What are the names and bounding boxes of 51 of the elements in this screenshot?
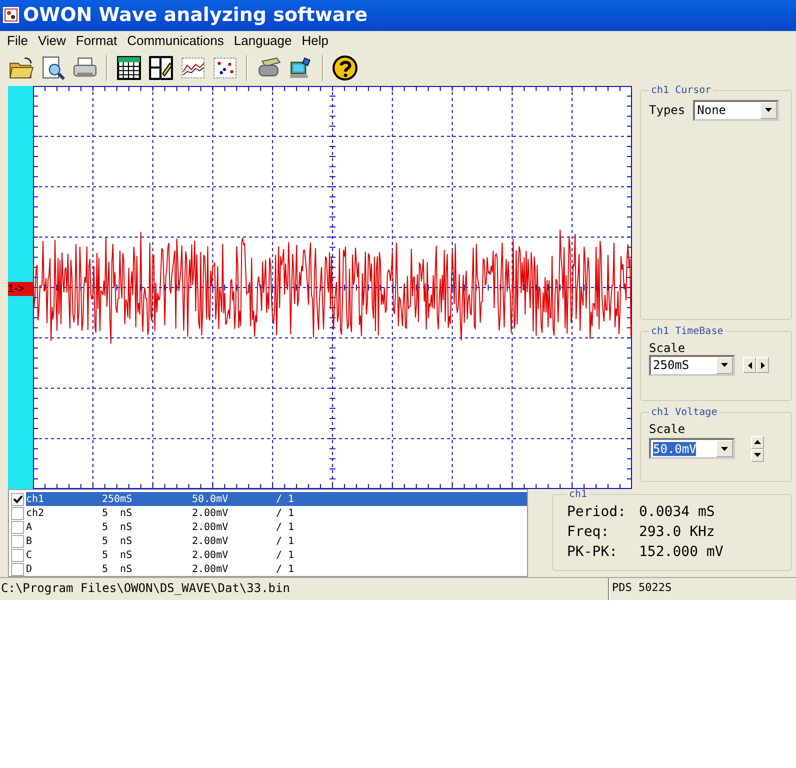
- types-dropdown[interactable]: None: [693, 100, 780, 121]
- left-arrow-icon: [748, 362, 752, 369]
- channel-row[interactable]: ch2 5 nS 2.00mV / 1: [26, 506, 527, 520]
- menu-item[interactable]: File: [2, 33, 33, 48]
- table-icon[interactable]: [116, 54, 142, 81]
- window-title: OWON Wave analyzing software: [23, 4, 368, 26]
- left-button[interactable]: [743, 357, 756, 374]
- scale-label: Scale: [649, 340, 686, 355]
- channel-row[interactable]: A 5 nS 2.00mV / 1: [26, 520, 527, 534]
- measurement-value: 0.0034 mS: [639, 503, 715, 522]
- voltage-dropdown[interactable]: 50.0mV: [649, 438, 735, 460]
- dropdown-arrow-icon: [765, 108, 772, 112]
- channel-marker[interactable]: 1->: [8, 282, 33, 296]
- measurement-label: Period:: [567, 503, 628, 522]
- menu-item[interactable]: View: [32, 33, 71, 48]
- file-path: C:\Program Files\OWON\DS_WAVE\Dat\33.bin: [0, 578, 609, 600]
- scatter-chart-icon[interactable]: [212, 54, 238, 81]
- dropdown-arrow-icon: [721, 446, 728, 451]
- panel-title: ch1 Cursor: [650, 84, 712, 96]
- panel-title: ch1 TimeBase: [650, 326, 724, 337]
- down-button[interactable]: [751, 448, 764, 462]
- panel-title: ch1: [568, 489, 588, 500]
- help-icon[interactable]: [332, 54, 358, 81]
- right-arrow-icon: [760, 362, 764, 369]
- menu-item[interactable]: Communications: [122, 33, 229, 48]
- menu-item[interactable]: Language: [228, 33, 297, 48]
- scale-label: Scale: [649, 422, 686, 436]
- dropdown-arrow-icon: [721, 363, 728, 368]
- app-icon: [3, 7, 19, 24]
- timebase-dropdown[interactable]: 250mS: [649, 354, 735, 376]
- measurement-label: Freq:: [567, 523, 610, 542]
- preview-icon[interactable]: [40, 54, 66, 81]
- channel-row[interactable]: D 5 nS 2.00mV / 1: [26, 562, 527, 576]
- measurement-value: 152.000 mV: [639, 543, 724, 562]
- types-label: Types: [649, 103, 686, 118]
- up-button[interactable]: [751, 436, 764, 449]
- edit-icon[interactable]: [148, 54, 174, 81]
- right-button[interactable]: [756, 357, 769, 374]
- menu-item[interactable]: Format: [70, 33, 122, 48]
- panel-title: ch1 Voltage: [650, 406, 718, 418]
- channel-row[interactable]: C 5 nS 2.00mV / 1: [26, 548, 527, 562]
- menu-item[interactable]: Help: [296, 33, 334, 48]
- channel-row[interactable]: ch1 250mS 50.0mV / 1: [26, 492, 527, 506]
- measurement-value: 293.0 KHz: [639, 523, 715, 542]
- measurement-label: PK-PK:: [567, 543, 619, 562]
- folder-icon[interactable]: [8, 54, 34, 81]
- down-arrow-icon: [754, 453, 761, 458]
- line-chart-icon[interactable]: [180, 54, 206, 81]
- device-model: PDS 5022S: [609, 578, 796, 600]
- channel-row[interactable]: B 5 nS 2.00mV / 1: [26, 534, 527, 548]
- up-arrow-icon: [754, 440, 761, 444]
